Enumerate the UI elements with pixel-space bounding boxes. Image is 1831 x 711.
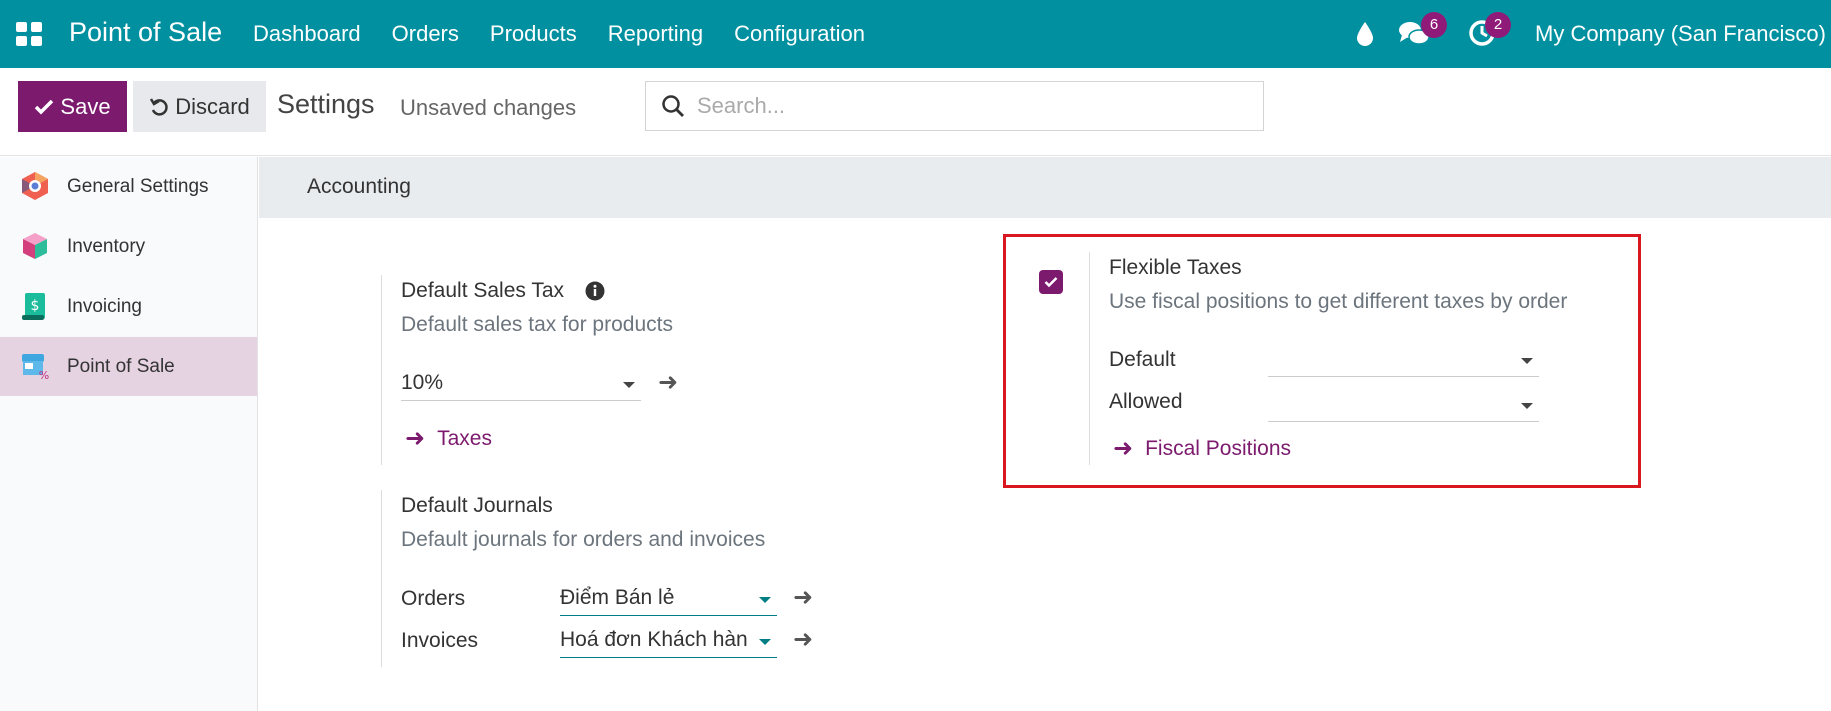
fiscal-positions-link-label: Fiscal Positions	[1145, 436, 1291, 460]
search-icon	[662, 95, 684, 117]
fiscal-positions-link[interactable]: ➜ Fiscal Positions	[1113, 434, 1291, 463]
allowed-fiscal-positions-label: Allowed	[1109, 390, 1183, 413]
water-drop-icon[interactable]	[1355, 21, 1375, 52]
chevron-down-icon	[759, 597, 771, 603]
general-settings-icon	[22, 172, 48, 200]
sidebar-label: Point of Sale	[67, 355, 175, 377]
flexible-taxes-checkbox[interactable]	[1039, 270, 1063, 294]
unsaved-status: Unsaved changes	[400, 95, 577, 120]
setting-divider	[1089, 252, 1090, 465]
select-value: Điểm Bán lẻ	[560, 586, 675, 609]
allowed-fiscal-positions-select[interactable]	[1268, 386, 1539, 422]
open-tax-arrow-icon[interactable]: ➜	[658, 368, 678, 397]
chevron-down-icon	[623, 382, 635, 388]
inventory-icon	[23, 233, 47, 259]
arrow-right-icon: ➜	[405, 425, 426, 452]
sidebar-item-invoicing[interactable]: $ Invoicing	[0, 277, 257, 336]
sidebar-item-inventory[interactable]: Inventory	[0, 217, 257, 276]
default-journals-title: Default Journals	[401, 494, 553, 517]
invoicing-icon: $	[22, 293, 45, 320]
open-invoices-journal-arrow-icon[interactable]: ➜	[793, 625, 813, 654]
discard-label: Discard	[175, 93, 250, 119]
main-menu: Dashboard Orders Products Reporting Conf…	[253, 21, 896, 47]
setting-divider	[381, 275, 382, 465]
search-input[interactable]	[697, 93, 1237, 119]
flexible-taxes-description: Use fiscal positions to get different ta…	[1109, 290, 1568, 313]
open-orders-journal-arrow-icon[interactable]: ➜	[793, 583, 813, 612]
messages-count-badge: 6	[1421, 12, 1447, 38]
taxes-link[interactable]: ➜ Taxes	[405, 424, 492, 453]
orders-journal-label: Orders	[401, 587, 466, 610]
settings-sidebar: General Settings Inventory $ Invoicing %…	[0, 157, 258, 711]
apps-menu-icon[interactable]	[16, 22, 42, 46]
svg-text:%: %	[39, 369, 49, 381]
section-header	[259, 157, 1831, 218]
svg-text:$: $	[31, 298, 40, 314]
default-fiscal-position-label: Default	[1109, 348, 1176, 371]
sidebar-item-point-of-sale[interactable]: % Point of Sale	[0, 337, 257, 396]
chevron-down-icon	[1521, 403, 1533, 409]
default-sales-tax-description: Default sales tax for products	[401, 313, 673, 336]
section-title: Accounting	[307, 175, 411, 198]
check-icon	[1044, 277, 1058, 288]
check-icon	[35, 99, 54, 114]
setting-divider	[381, 490, 382, 667]
invoices-journal-label: Invoices	[401, 629, 479, 652]
sidebar-label: Invoicing	[67, 295, 142, 317]
arrow-right-icon: ➜	[1113, 435, 1134, 462]
info-icon[interactable]	[585, 281, 605, 306]
select-value: Hoá đơn Khách hàn	[560, 628, 748, 651]
page-title: Settings	[277, 89, 375, 119]
sidebar-label: Inventory	[67, 235, 146, 257]
orders-journal-select[interactable]: Điểm Bán lẻ	[560, 580, 777, 616]
menu-configuration[interactable]: Configuration	[734, 21, 865, 47]
default-fiscal-position-select[interactable]	[1268, 341, 1539, 377]
default-sales-tax-title: Default Sales Tax	[401, 279, 565, 302]
undo-icon	[150, 97, 168, 116]
save-button[interactable]: Save	[18, 81, 127, 132]
company-switcher[interactable]: My Company (San Francisco)	[1535, 21, 1826, 47]
chevron-down-icon	[759, 639, 771, 645]
menu-reporting[interactable]: Reporting	[608, 21, 703, 47]
select-value: 10%	[401, 371, 444, 394]
discard-button[interactable]: Discard	[133, 81, 266, 132]
search-box[interactable]	[645, 81, 1264, 131]
sidebar-label: General Settings	[67, 175, 209, 197]
sidebar-item-general-settings[interactable]: General Settings	[0, 157, 257, 216]
chevron-down-icon	[1521, 358, 1533, 364]
control-panel: Save Discard Settings Unsaved changes	[0, 68, 1831, 156]
menu-dashboard[interactable]: Dashboard	[253, 21, 361, 47]
activities-count-badge: 2	[1485, 12, 1511, 38]
menu-orders[interactable]: Orders	[392, 21, 459, 47]
point-of-sale-icon: %	[22, 354, 49, 381]
default-journals-description: Default journals for orders and invoices	[401, 528, 766, 551]
invoices-journal-select[interactable]: Hoá đơn Khách hàn	[560, 622, 777, 658]
taxes-link-label: Taxes	[437, 426, 492, 450]
flexible-taxes-title: Flexible Taxes	[1109, 256, 1242, 279]
save-label: Save	[60, 93, 111, 119]
top-navbar: Point of Sale Dashboard Orders Products …	[0, 0, 1831, 68]
menu-products[interactable]: Products	[490, 21, 577, 47]
default-sales-tax-select[interactable]: 10%	[401, 365, 641, 401]
app-name[interactable]: Point of Sale	[69, 17, 222, 48]
